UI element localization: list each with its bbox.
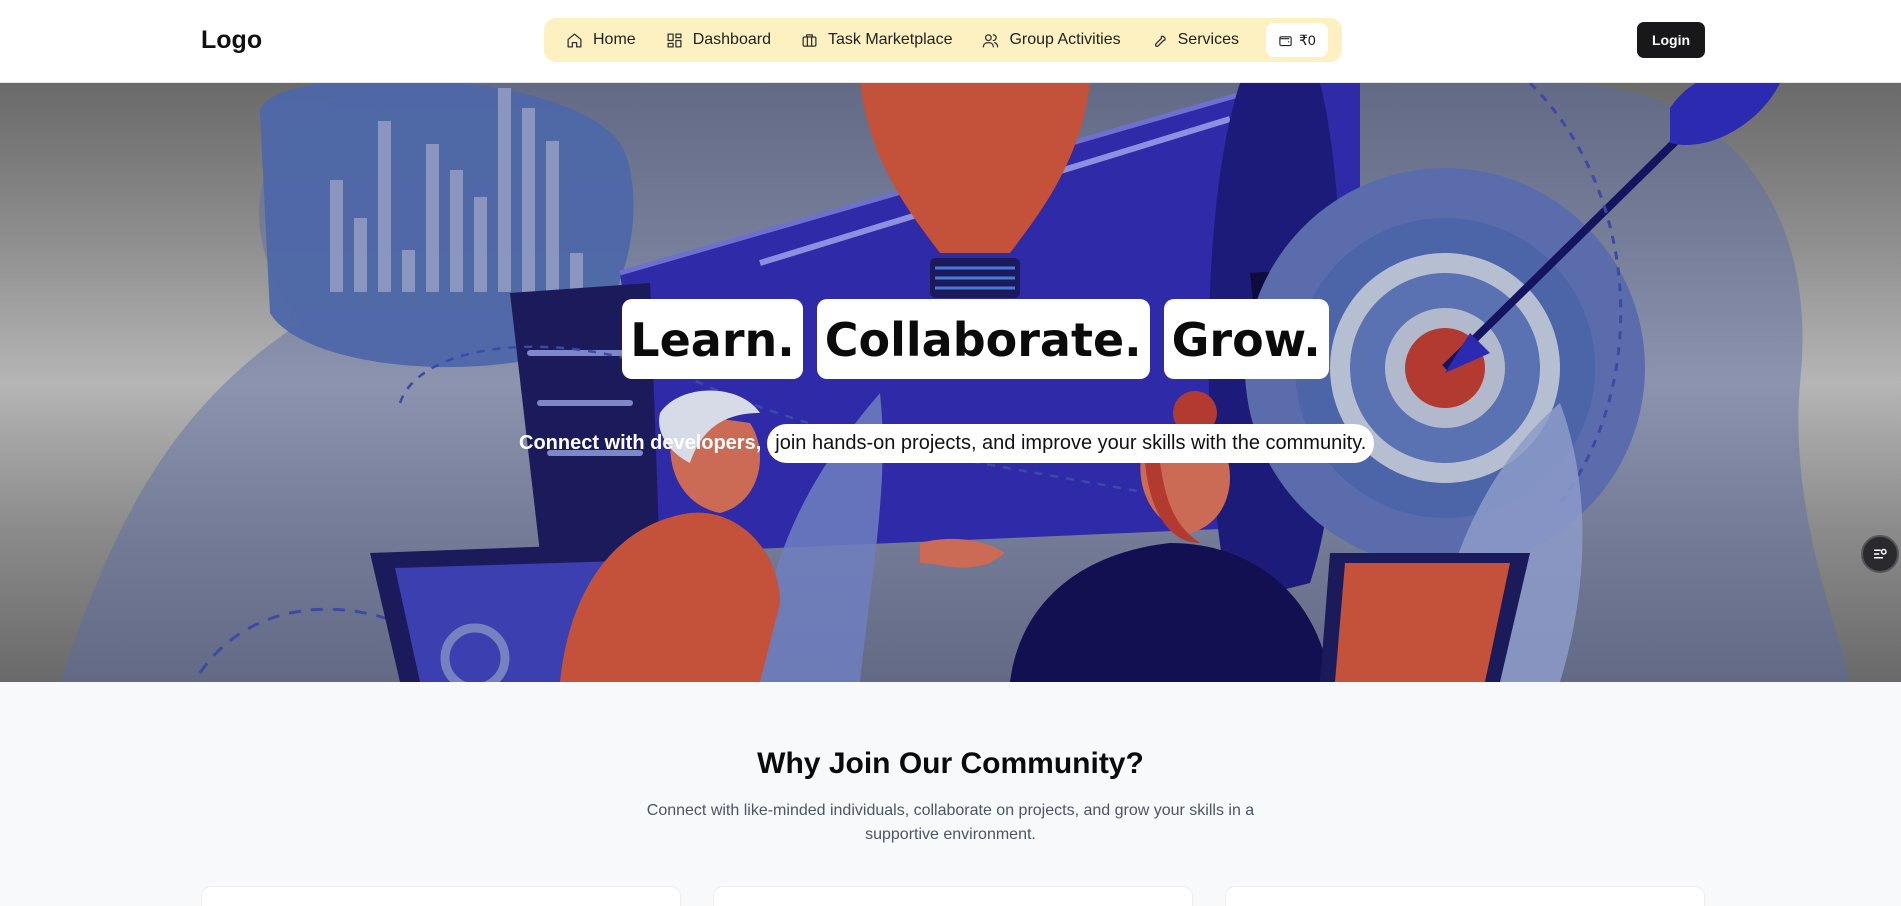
hero-word-grow: Grow. — [1163, 299, 1329, 379]
dashboard-icon — [667, 32, 682, 48]
hero-illustration — [60, 83, 1850, 682]
nav-group-activities[interactable]: Group Activities — [967, 18, 1135, 62]
briefcase-icon — [802, 33, 817, 47]
hero-section: Learn. Collaborate. Grow. Connect with d… — [0, 83, 1901, 682]
feature-card — [201, 886, 681, 906]
logo[interactable]: Logo — [201, 26, 262, 55]
nav-task-marketplace[interactable]: Task Marketplace — [786, 18, 968, 62]
wallet-icon — [1279, 35, 1292, 46]
feature-card — [713, 886, 1193, 906]
hero-subtitle: Connect with developers, join hands-on p… — [519, 421, 1375, 465]
wrench-icon — [1154, 35, 1166, 47]
wallet-balance: ₹0 — [1298, 31, 1316, 48]
hero-title: Learn. Collaborate. Grow. — [0, 299, 1901, 379]
hero-word-learn: Learn. — [622, 299, 803, 379]
nav-dashboard-label: Dashboard — [692, 31, 771, 48]
nav-services[interactable]: Services — [1136, 18, 1254, 62]
hero-subtitle-pill: join hands-on projects, and improve your… — [767, 423, 1375, 463]
site-header: Logo Home Dashboard Task Marketplace Gro… — [0, 0, 1901, 83]
list-filter-icon — [1874, 548, 1887, 559]
floating-menu-button[interactable] — [1861, 535, 1899, 573]
nav-group-activities-label: Group Activities — [1009, 31, 1121, 48]
nav-home[interactable]: Home — [562, 18, 651, 62]
home-icon — [567, 32, 582, 48]
feature-card — [1225, 886, 1705, 906]
main-nav: Home Dashboard Task Marketplace Group Ac… — [544, 18, 1342, 62]
nav-task-marketplace-label: Task Marketplace — [827, 31, 953, 48]
hero-subtitle-plain: Connect with developers, — [519, 431, 762, 454]
why-join-title: Why Join Our Community? — [757, 747, 1144, 780]
nav-services-label: Services — [1177, 31, 1239, 48]
why-join-subtitle: Connect with like-minded individuals, co… — [646, 802, 1255, 843]
users-icon — [983, 33, 999, 48]
hero-word-collaborate: Collaborate. — [816, 299, 1150, 379]
wallet-button[interactable]: ₹0 — [1265, 23, 1328, 57]
nav-home-label: Home — [593, 31, 636, 48]
nav-dashboard[interactable]: Dashboard — [651, 18, 786, 62]
login-button[interactable]: Login — [1637, 22, 1705, 58]
